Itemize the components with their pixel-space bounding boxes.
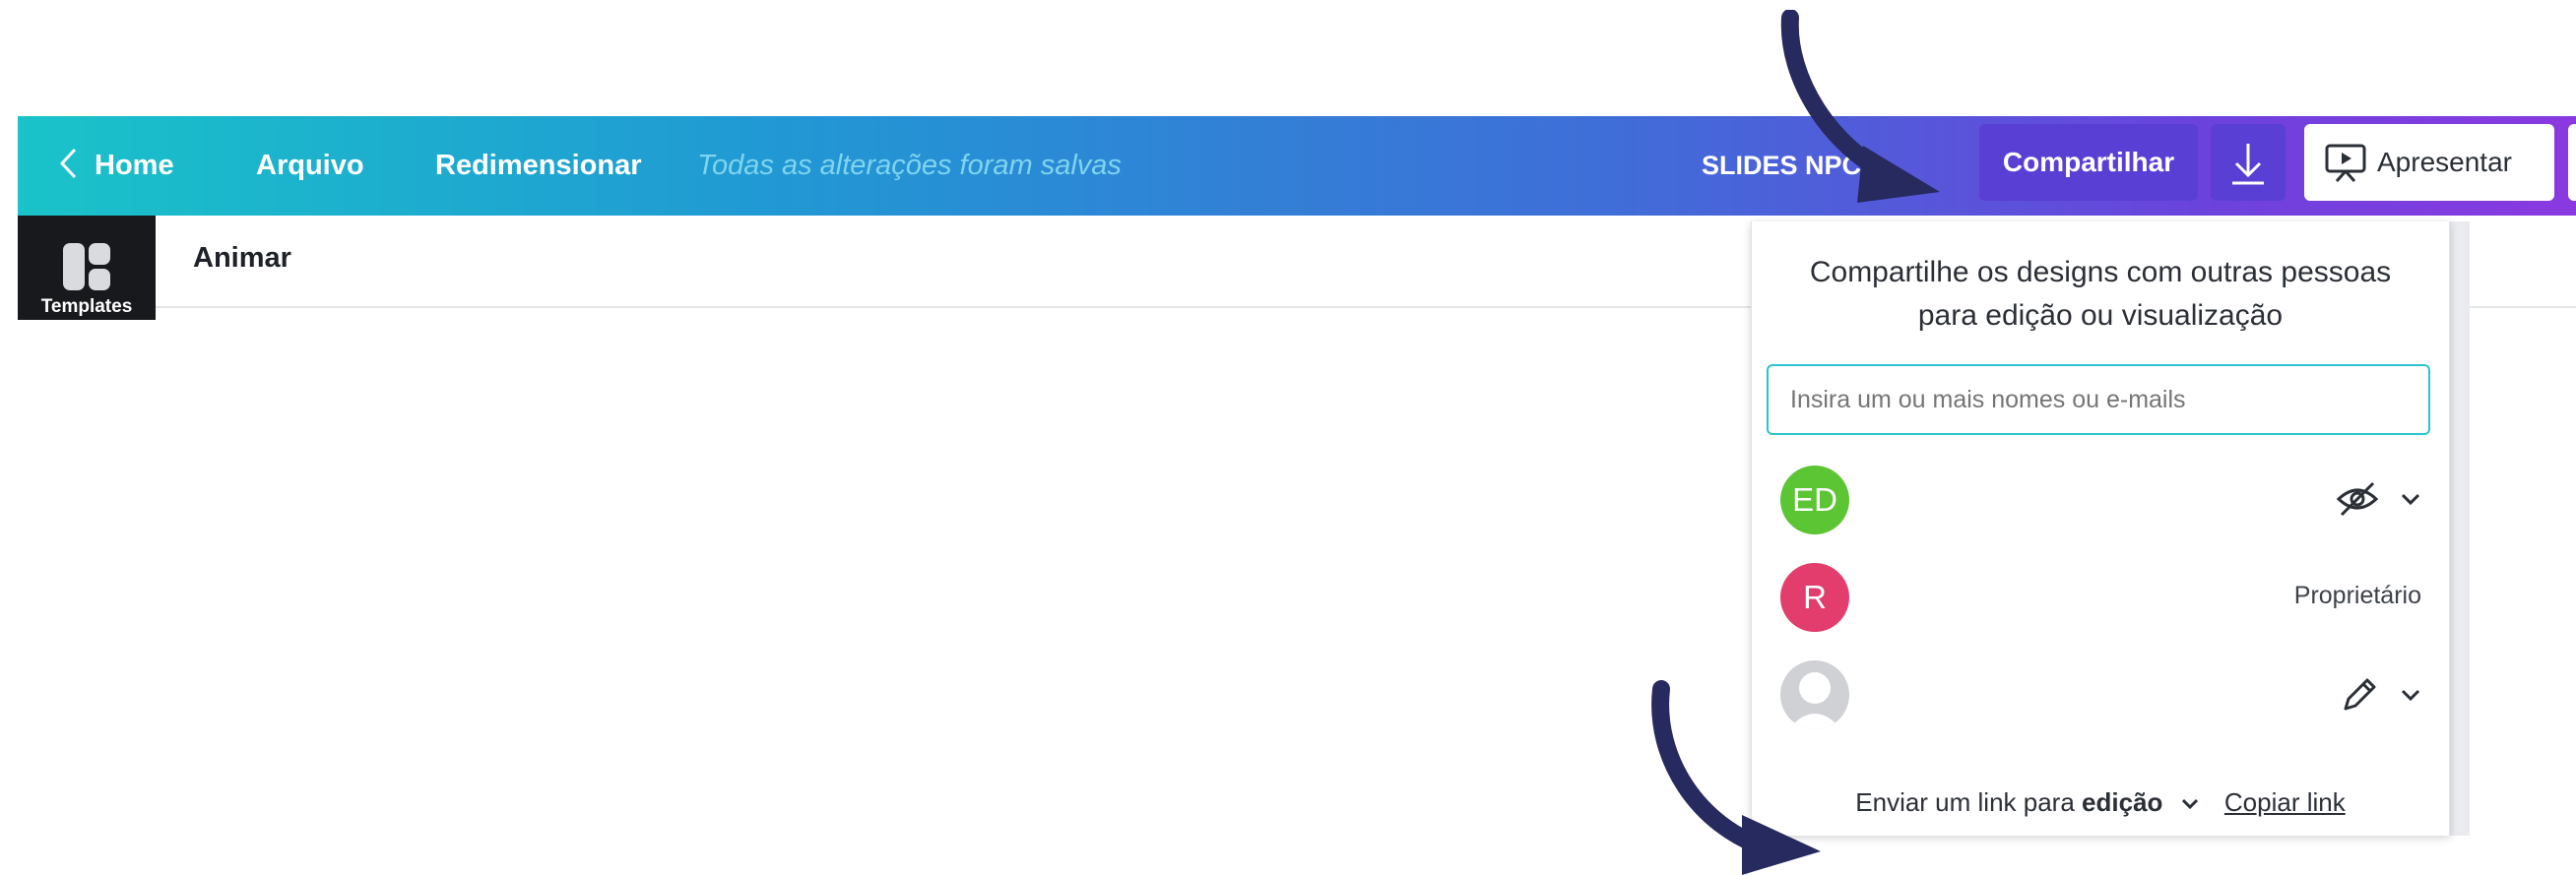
link-mode-dropdown[interactable]: edição — [2082, 787, 2162, 817]
chevron-down-icon[interactable] — [2180, 797, 2200, 811]
present-button[interactable]: Apresentar — [2304, 124, 2554, 201]
chevron-left-icon — [59, 149, 77, 179]
avatar: R — [1780, 563, 1849, 632]
annotation-arrow-bottom — [1651, 680, 1821, 875]
resize-menu[interactable]: Redimensionar — [435, 116, 642, 216]
save-status: Todas as alterações foram salvas — [697, 150, 1122, 181]
templates-icon — [63, 243, 110, 290]
more-button[interactable] — [2568, 124, 2576, 201]
permission-dropdown[interactable] — [2336, 479, 2421, 519]
share-title-line2: para edição ou visualização — [1917, 299, 2284, 332]
download-icon — [2232, 144, 2264, 185]
avatar: ED — [1780, 466, 1849, 534]
pencil-icon — [2344, 678, 2376, 711]
chevron-down-icon — [2401, 493, 2420, 506]
share-recipients-input[interactable] — [1767, 364, 2430, 435]
share-button[interactable]: Compartilhar — [1979, 124, 2198, 201]
top-bar: Home Arquivo Redimensionar Todas as alte… — [18, 116, 2576, 216]
annotation-arrow-top — [1780, 10, 1940, 203]
presentation-icon — [2325, 144, 2366, 183]
share-link-row: Enviar um link para edição Copiar link — [1752, 787, 2449, 818]
share-title-line1: Compartilhe os designs com outras pessoa… — [1809, 256, 2392, 288]
home-button[interactable]: Home — [57, 116, 174, 216]
share-panel: Compartilhe os designs com outras pessoa… — [1751, 221, 2450, 836]
animate-button[interactable]: Animar — [193, 242, 291, 275]
owner-role-label: Proprietário — [2293, 582, 2421, 609]
home-label: Home — [95, 150, 174, 181]
permission-dropdown[interactable] — [2340, 675, 2421, 715]
copy-link-button[interactable]: Copiar link — [2224, 787, 2346, 817]
templates-label: Templates — [40, 296, 133, 317]
file-menu[interactable]: Arquivo — [256, 116, 364, 216]
download-button[interactable] — [2211, 124, 2286, 201]
templates-tab[interactable]: Templates — [18, 216, 156, 320]
chevron-down-icon — [2401, 689, 2420, 702]
link-prefix: Enviar um link para — [1855, 787, 2075, 817]
panel-backdrop — [2448, 221, 2470, 836]
present-label: Apresentar — [2377, 147, 2512, 177]
share-panel-title: Compartilhe os designs com outras pessoa… — [1771, 251, 2429, 338]
eye-off-icon — [2336, 481, 2379, 517]
